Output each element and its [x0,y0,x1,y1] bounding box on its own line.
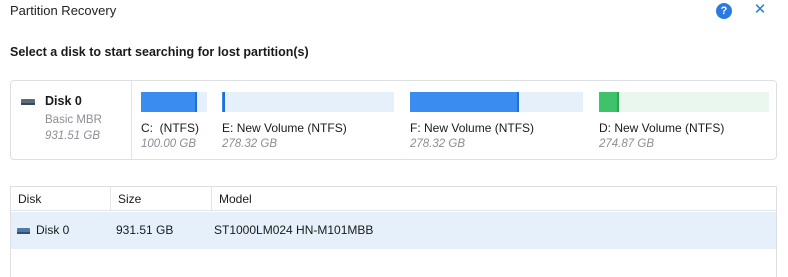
partition-usage-bar [410,92,583,112]
partition-letter: F: [410,121,421,135]
partition-d[interactable]: D: New Volume (NTFS) 274.87 GB [599,92,769,158]
partition-name: New Volume (NTFS) [424,121,535,135]
partition-usage-fill [410,92,519,112]
row-disk: Disk 0 [36,223,70,237]
disk-drive-icon [21,99,35,105]
disk-drive-icon [17,228,30,234]
column-header-disk[interactable]: Disk [11,187,110,211]
column-header-size[interactable]: Size [110,187,211,211]
partition-size: 274.87 GB [599,138,654,150]
row-model: ST1000LM024 HN-M101MBB [214,223,374,237]
partition-f[interactable]: F: New Volume (NTFS) 278.32 GB [410,92,583,158]
partition-letter: D: [599,121,611,135]
partition-usage-fill [222,92,226,112]
page-heading: Select a disk to start searching for los… [10,45,309,59]
partition-letter: E: [222,121,234,135]
help-icon[interactable]: ? [716,3,732,19]
disk-size: 931.51 GB [45,130,100,142]
window-title: Partition Recovery [10,3,117,18]
partition-label: D: New Volume (NTFS) [599,121,724,135]
partition-label: F: New Volume (NTFS) [410,121,534,135]
row-size: 931.51 GB [116,223,174,237]
partition-usage-fill [599,92,620,112]
partition-size: 278.32 GB [222,138,277,150]
partition-size: 100.00 GB [141,138,196,150]
disk-type: Basic MBR [45,114,102,126]
table-header: Disk Size Model [11,187,776,211]
disk-info[interactable]: Disk 0 Basic MBR 931.51 GB [11,81,132,159]
disk-map-card[interactable]: Disk 0 Basic MBR 931.51 GB C: (NTFS) 100… [10,80,777,160]
disk-name: Disk 0 [45,94,82,108]
partition-usage-fill [141,92,198,112]
partition-letter: C: [141,121,153,135]
partition-usage-bar [141,92,207,112]
partition-label: C: (NTFS) [141,121,199,135]
table-row[interactable]: Disk 0 931.51 GB ST1000LM024 HN-M101MBB [11,212,776,249]
partition-name: New Volume (NTFS) [614,121,725,135]
partition-size: 278.32 GB [410,138,465,150]
partition-e[interactable]: E: New Volume (NTFS) 278.32 GB [222,92,394,158]
column-header-model[interactable]: Model [211,187,776,211]
partition-usage-bar [222,92,394,112]
partition-name: New Volume (NTFS) [236,121,347,135]
close-icon[interactable]: ✕ [752,1,768,19]
partition-c[interactable]: C: (NTFS) 100.00 GB [141,92,207,158]
partition-usage-bar [599,92,769,112]
title-bar: Partition Recovery ? ✕ [0,0,788,22]
disk-table: Disk Size Model Disk 0 931.51 GB ST1000L… [10,186,777,277]
partition-name: (NTFS) [159,121,199,135]
partition-label: E: New Volume (NTFS) [222,121,347,135]
